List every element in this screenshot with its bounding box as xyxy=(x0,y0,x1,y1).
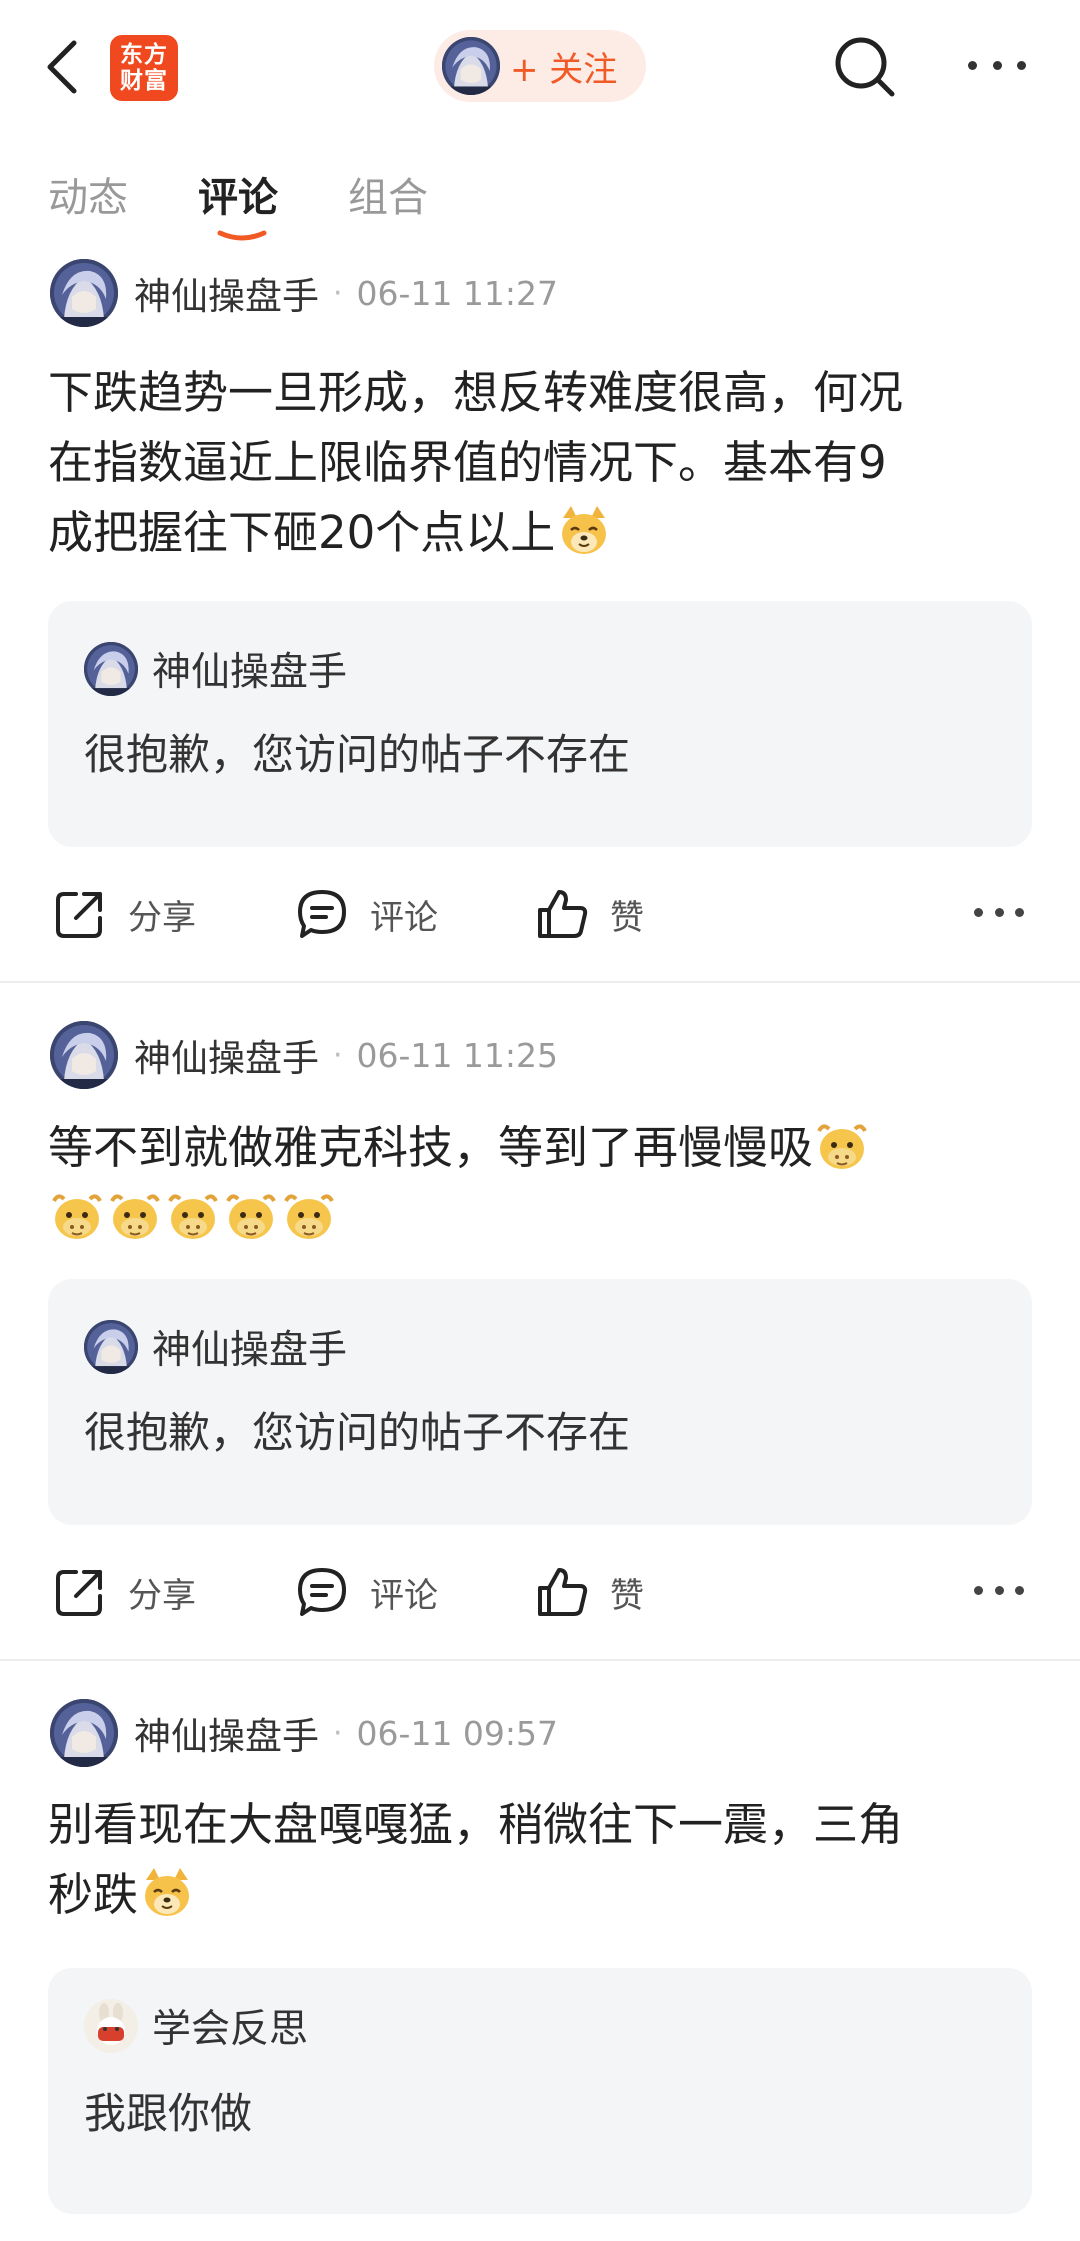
more-dot-icon xyxy=(1017,60,1026,70)
ox-emoji-icon xyxy=(815,1119,869,1173)
post-text-line: 别看现在大盘嘎嘎猛，稍微往下一震，三角 xyxy=(48,1798,904,1851)
emoji-row xyxy=(48,1183,1038,1253)
avatar[interactable] xyxy=(50,1699,118,1767)
avatar xyxy=(84,642,138,696)
post-text-line: 秒跌 xyxy=(48,1868,139,1921)
separator-dot: · xyxy=(333,1037,343,1073)
dog-emoji-icon xyxy=(557,504,611,558)
tab-comments[interactable]: 评论 xyxy=(198,165,278,223)
post-card: 神仙操盘手 · 06-11 11:25 等不到就做雅克科技，等到了再慢慢吸 神仙… xyxy=(0,1020,1080,1660)
like-button[interactable]: 赞 xyxy=(532,874,644,954)
quote-header: 神仙操盘手 xyxy=(84,1319,347,1375)
avatar[interactable] xyxy=(50,1021,118,1089)
separator-dot: · xyxy=(333,1715,343,1751)
post-author[interactable]: 神仙操盘手 xyxy=(134,266,319,320)
post-text-line: 下跌趋势一旦形成，想反转难度很高，何况 xyxy=(48,366,904,419)
chevron-left-icon xyxy=(47,40,77,94)
like-label: 赞 xyxy=(610,1575,644,1616)
like-icon xyxy=(532,1562,592,1622)
comment-label: 评论 xyxy=(370,1575,438,1616)
like-button[interactable]: 赞 xyxy=(532,1552,644,1632)
post-time: 06-11 09:57 xyxy=(356,1713,559,1753)
post-text-line: 在指数逼近上限临界值的情况下。基本有9 xyxy=(48,436,887,489)
post-time: 06-11 11:25 xyxy=(356,1035,559,1075)
active-tab-indicator xyxy=(217,230,267,241)
separator-dot: · xyxy=(333,275,343,311)
post-more-button[interactable] xyxy=(974,1586,1024,1598)
divider xyxy=(0,1659,1080,1661)
more-dot-icon xyxy=(994,908,1004,917)
comment-icon xyxy=(292,1562,352,1622)
app-logo: 东方 财富 xyxy=(110,35,178,101)
ox-emoji-icon xyxy=(282,1189,336,1243)
quoted-post[interactable]: 学会反思 我跟你做 xyxy=(48,1968,1032,2214)
post-author[interactable]: 神仙操盘手 xyxy=(134,1706,319,1760)
quote-author: 学会反思 xyxy=(152,2007,309,2052)
avatar xyxy=(84,1999,138,2053)
post-header: 神仙操盘手 · 06-11 09:57 xyxy=(50,1698,558,1768)
back-button[interactable] xyxy=(38,32,86,102)
post-author[interactable]: 神仙操盘手 xyxy=(134,1028,319,1082)
quote-text: 很抱歉，您访问的帖子不存在 xyxy=(84,1408,631,1457)
like-icon xyxy=(532,884,592,944)
search-button[interactable] xyxy=(830,32,900,102)
quoted-post[interactable]: 神仙操盘手 很抱歉，您访问的帖子不存在 xyxy=(48,1279,1032,1525)
share-button[interactable]: 分享 xyxy=(50,874,196,954)
post-text[interactable]: 等不到就做雅克科技，等到了再慢慢吸 xyxy=(48,1113,1038,1253)
post-more-button[interactable] xyxy=(974,908,1024,920)
quote-header: 学会反思 xyxy=(84,1998,308,2054)
comment-label: 评论 xyxy=(370,897,438,938)
share-icon xyxy=(50,1562,110,1622)
more-dot-icon xyxy=(974,1586,983,1595)
post-actions: 分享 评论 赞 xyxy=(0,874,1080,954)
search-icon xyxy=(835,37,895,97)
more-dot-icon xyxy=(974,908,983,917)
quoted-post[interactable]: 神仙操盘手 很抱歉，您访问的帖子不存在 xyxy=(48,601,1032,847)
post-text-line: 等不到就做雅克科技，等到了再慢慢吸 xyxy=(48,1121,814,1174)
tab-bar: 动态 评论 组合 xyxy=(0,155,1080,245)
avatar xyxy=(442,37,500,95)
comment-button[interactable]: 评论 xyxy=(292,874,438,954)
comment-button[interactable]: 评论 xyxy=(292,1552,438,1632)
post-card: 神仙操盘手 · 06-11 11:27 下跌趋势一旦形成，想反转难度很高，何况 … xyxy=(0,258,1080,980)
ox-emoji-icon xyxy=(108,1189,162,1243)
post-card: 神仙操盘手 · 06-11 09:57 别看现在大盘嘎嘎猛，稍微往下一震，三角 … xyxy=(0,1698,1080,2241)
quote-author: 神仙操盘手 xyxy=(152,650,348,695)
ox-emoji-icon xyxy=(50,1189,104,1243)
more-dot-icon xyxy=(992,60,1002,70)
share-icon xyxy=(50,884,110,944)
avatar xyxy=(84,1320,138,1374)
post-text-line: 成把握往下砸20个点以上 xyxy=(48,506,556,559)
post-time: 06-11 11:27 xyxy=(356,273,559,313)
tab-dynamics[interactable]: 动态 xyxy=(48,165,128,223)
ox-emoji-icon xyxy=(166,1189,220,1243)
follow-label: + 关注 xyxy=(510,49,618,90)
quote-author: 神仙操盘手 xyxy=(152,1328,348,1373)
quote-text: 我跟你做 xyxy=(84,2089,253,2138)
more-dot-icon xyxy=(1015,908,1024,917)
dog-emoji-icon xyxy=(140,1866,194,1920)
divider xyxy=(0,981,1080,983)
more-dot-icon xyxy=(968,60,977,70)
post-text[interactable]: 别看现在大盘嘎嘎猛，稍微往下一震，三角 秒跌 xyxy=(48,1790,1038,1930)
comment-icon xyxy=(292,884,352,944)
share-label: 分享 xyxy=(128,1575,196,1616)
quote-text: 很抱歉，您访问的帖子不存在 xyxy=(84,730,631,779)
more-dot-icon xyxy=(994,1586,1004,1595)
post-actions: 分享 评论 赞 xyxy=(0,1552,1080,1632)
share-button[interactable]: 分享 xyxy=(50,1552,196,1632)
avatar[interactable] xyxy=(50,259,118,327)
share-label: 分享 xyxy=(128,897,196,938)
ox-emoji-icon xyxy=(224,1189,278,1243)
top-bar: 东方 财富 + 关注 xyxy=(0,0,1080,135)
post-header: 神仙操盘手 · 06-11 11:27 xyxy=(50,258,558,328)
post-header: 神仙操盘手 · 06-11 11:25 xyxy=(50,1020,558,1090)
quote-header: 神仙操盘手 xyxy=(84,641,347,697)
more-dot-icon xyxy=(1015,1586,1024,1595)
post-text[interactable]: 下跌趋势一旦形成，想反转难度很高，何况 在指数逼近上限临界值的情况下。基本有9 … xyxy=(48,358,1038,568)
like-label: 赞 xyxy=(610,897,644,938)
more-menu-button[interactable] xyxy=(962,45,1032,85)
follow-button[interactable]: + 关注 xyxy=(434,30,646,102)
tab-portfolio[interactable]: 组合 xyxy=(348,165,428,223)
